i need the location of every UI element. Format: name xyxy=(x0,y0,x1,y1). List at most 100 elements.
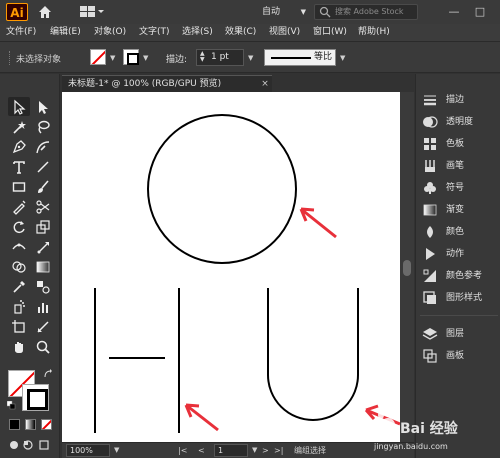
first-artboard-button[interactable]: |< xyxy=(178,444,187,457)
minimize-button[interactable]: — xyxy=(444,2,464,22)
zoom-level-field[interactable]: 100% xyxy=(66,444,110,457)
panel-swatches[interactable]: 色板 xyxy=(420,134,500,154)
search-icon xyxy=(319,6,331,18)
menu-object[interactable]: 对象(O) xyxy=(94,26,126,39)
panel-layers[interactable]: 图层 xyxy=(420,324,500,344)
panel-color[interactable]: 颜色 xyxy=(420,222,500,242)
width-tool-icon[interactable] xyxy=(8,237,30,256)
menu-select[interactable]: 选择(S) xyxy=(182,26,213,39)
variable-width-profile[interactable]: 等比 xyxy=(264,49,336,66)
panel-stroke[interactable]: 描边 xyxy=(420,90,500,110)
shaper-tool-icon[interactable] xyxy=(8,197,30,216)
menu-file[interactable]: 文件(F) xyxy=(6,26,36,39)
type-tool-icon[interactable] xyxy=(8,157,30,176)
lasso-tool-icon[interactable] xyxy=(32,117,54,136)
artboard-number-field[interactable]: 1 xyxy=(214,444,248,457)
panel-divider xyxy=(420,315,498,316)
menu-bar: 文件(F) 编辑(E) 对象(O) 文字(T) 选择(S) 效果(C) 视图(V… xyxy=(0,24,500,41)
none-mode-icon[interactable] xyxy=(41,419,52,430)
baidu-jingyan-watermark: Bai 经验 jingyan.baidu.com xyxy=(370,398,498,456)
chevron-down-icon[interactable]: ▼ xyxy=(252,446,257,454)
menu-type[interactable]: 文字(T) xyxy=(139,26,170,39)
last-artboard-button[interactable]: >| xyxy=(274,444,283,457)
chevron-down-icon[interactable]: ▼ xyxy=(340,54,345,62)
scale-tool-icon[interactable] xyxy=(32,217,54,236)
previous-artboard-button[interactable]: < xyxy=(198,444,205,457)
home-icon[interactable] xyxy=(37,4,53,20)
panel-graphic-styles[interactable]: 图形样式 xyxy=(420,288,500,308)
selection-tool-icon[interactable] xyxy=(8,97,30,116)
artboard[interactable] xyxy=(62,92,401,442)
drawing-modes-icon[interactable] xyxy=(8,438,52,452)
panel-label: 颜色参考 xyxy=(446,271,483,281)
direct-selection-tool-icon[interactable] xyxy=(32,97,54,116)
panel-symbols[interactable]: 符号 xyxy=(420,178,500,198)
maximize-button[interactable]: □ xyxy=(470,2,490,22)
color-mode-icon[interactable] xyxy=(9,419,20,430)
magic-wand-tool-icon[interactable] xyxy=(8,117,30,136)
tools-panel xyxy=(0,74,60,458)
panel-gradient[interactable]: 渐变 xyxy=(420,200,500,220)
default-colors-icon[interactable] xyxy=(7,401,16,410)
chevron-down-icon[interactable]: ▼ xyxy=(110,54,115,62)
menu-effect[interactable]: 效果(C) xyxy=(225,26,256,39)
eyedropper-tool-icon[interactable] xyxy=(8,277,30,296)
stock-search-input[interactable]: 搜索 Adobe Stock xyxy=(314,4,418,20)
stroke-label[interactable]: 描边: xyxy=(166,52,187,65)
column-graph-tool-icon[interactable] xyxy=(32,297,54,316)
line-segment-tool-icon[interactable] xyxy=(32,157,54,176)
canvas-workarea[interactable] xyxy=(62,92,401,442)
slice-tool-icon[interactable] xyxy=(32,317,54,336)
paintbrush-tool-icon[interactable] xyxy=(32,177,54,196)
workspace-switcher[interactable]: 自动 ▼ xyxy=(262,4,306,20)
artboard-tool-icon[interactable] xyxy=(8,317,30,336)
scissors-tool-icon[interactable] xyxy=(32,197,54,216)
tab-document[interactable]: 未标题-1* @ 100% (RGB/GPU 预览) × xyxy=(62,75,272,92)
panel-color-guide[interactable]: 颜色参考 xyxy=(420,266,500,286)
vertical-scrollbar[interactable] xyxy=(400,92,414,442)
pen-tool-icon[interactable] xyxy=(8,137,30,156)
rectangle-tool-icon[interactable] xyxy=(8,177,30,196)
zoom-tool-icon[interactable] xyxy=(32,337,54,356)
panel-transparency[interactable]: 透明度 xyxy=(420,112,500,132)
gradient-mode-icon[interactable] xyxy=(25,419,36,430)
scrollbar-thumb[interactable] xyxy=(403,260,411,276)
rotate-tool-icon[interactable] xyxy=(8,217,30,236)
fill-color-swatch[interactable] xyxy=(90,49,106,65)
symbol-sprayer-tool-icon[interactable] xyxy=(8,297,30,316)
gradient-tool-icon[interactable] xyxy=(32,257,54,276)
puppet-warp-tool-icon[interactable] xyxy=(32,237,54,256)
chevron-down-icon[interactable]: ▼ xyxy=(143,54,148,62)
stroke-weight-input[interactable]: ▲ ▼ 1 pt xyxy=(196,49,244,66)
hand-tool-icon[interactable] xyxy=(8,337,30,356)
artboards-icon xyxy=(423,349,437,363)
transparency-icon xyxy=(423,116,438,128)
panel-actions[interactable]: 动作 xyxy=(420,244,500,264)
panel-label: 动作 xyxy=(446,249,465,259)
panel-label: 透明度 xyxy=(446,117,474,127)
blend-tool-icon[interactable] xyxy=(32,277,54,296)
chevron-down-icon[interactable]: ▼ xyxy=(248,54,253,62)
next-artboard-button[interactable]: > xyxy=(262,444,269,457)
panel-artboards[interactable]: 画板 xyxy=(420,346,500,366)
watermark-brand: Bai 经验 xyxy=(400,421,458,437)
swap-colors-icon[interactable] xyxy=(43,369,53,379)
close-icon[interactable]: × xyxy=(258,76,272,92)
curvature-tool-icon[interactable] xyxy=(32,137,54,156)
stepper-icon[interactable]: ▲ ▼ xyxy=(200,51,205,63)
stroke-color-box[interactable] xyxy=(22,384,49,411)
artboard-number: 1 xyxy=(218,446,224,455)
menu-help[interactable]: 帮助(H) xyxy=(358,26,390,39)
arrange-documents-icon[interactable] xyxy=(80,5,104,19)
layers-icon xyxy=(422,328,438,340)
shape-builder-tool-icon[interactable] xyxy=(8,257,30,276)
menu-edit[interactable]: 编辑(E) xyxy=(50,26,81,39)
chevron-down-icon[interactable]: ▼ xyxy=(114,446,119,454)
color-icon xyxy=(427,226,433,238)
stroke-color-swatch[interactable] xyxy=(123,49,139,65)
panel-grip[interactable] xyxy=(9,51,11,65)
menu-window[interactable]: 窗口(W) xyxy=(313,26,347,39)
graphic-styles-icon xyxy=(423,291,436,304)
panel-brushes[interactable]: 画笔 xyxy=(420,156,500,176)
menu-view[interactable]: 视图(V) xyxy=(269,26,300,39)
